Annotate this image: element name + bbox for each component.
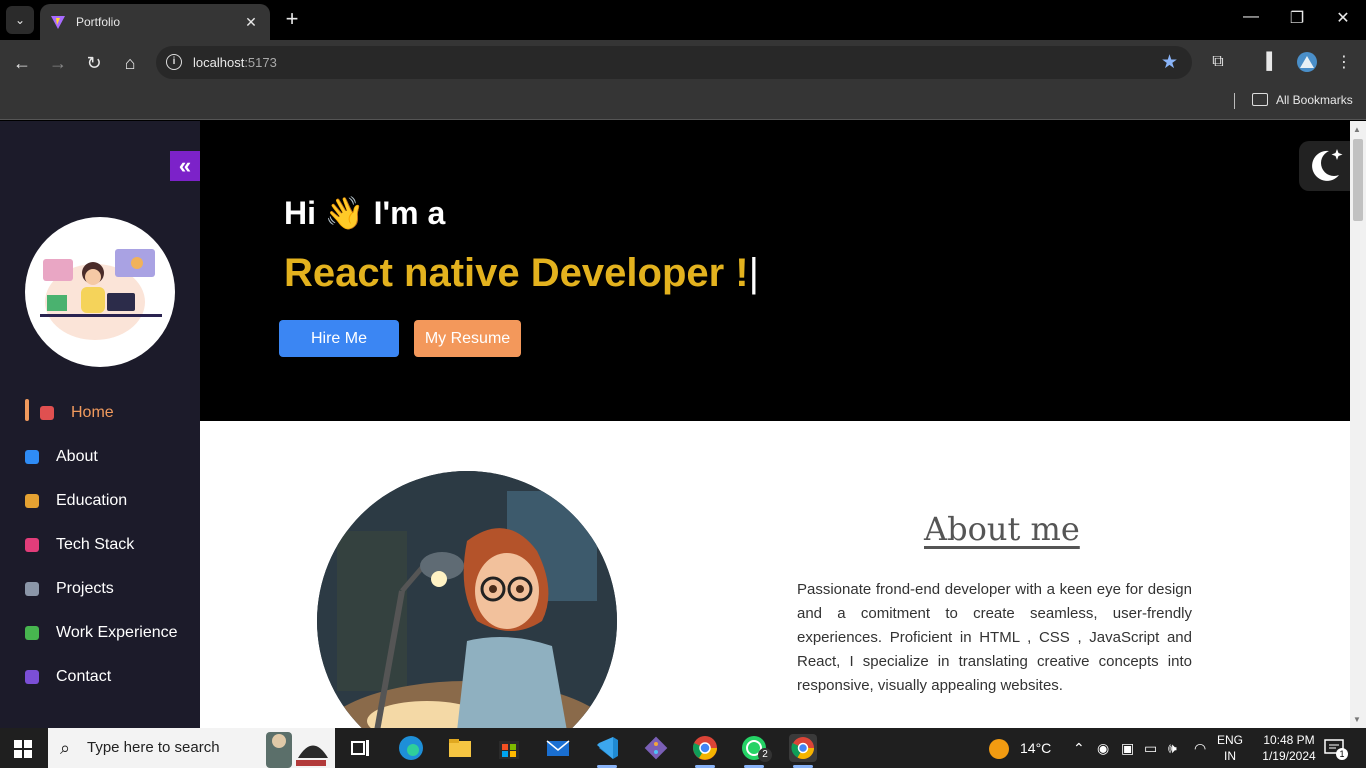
file-explorer-icon[interactable] [446,734,474,762]
clock[interactable]: 10:48 PM 1/19/2024 [1258,732,1320,764]
browser-tab-bar: ⌄ Portfolio ✕ + — ❐ ✕ [0,0,1366,40]
info-icon [25,450,39,464]
page-scrollbar[interactable]: ▲ ▼ [1350,121,1366,728]
search-placeholder: Type here to search [87,739,220,756]
record-icon[interactable]: ◉ [1097,740,1109,757]
reload-icon[interactable]: ↻ [81,50,107,76]
sidebar-item-label: Education [56,492,128,509]
theme-toggle-button[interactable] [1299,141,1354,191]
new-tab-button[interactable]: + [280,8,304,30]
scroll-down-icon[interactable]: ▼ [1353,715,1361,724]
scroll-up-icon[interactable]: ▲ [1353,125,1361,134]
edge-icon[interactable] [397,734,425,762]
store-icon[interactable] [495,734,523,762]
hero-section: Hi 👋 I'm a React native Developer !| Hir… [200,121,1350,421]
typing-caret: | [748,251,760,295]
search-icon: ⌕ [60,738,71,758]
notification-count: 1 [1336,748,1348,760]
whatsapp-icon[interactable]: 2 [740,734,772,768]
sidebar-item-label: Home [71,404,114,421]
tab-search-button[interactable]: ⌄ [6,6,34,34]
mail-icon[interactable] [544,734,572,762]
address-bar[interactable]: i localhost:5173 ★ [156,46,1192,79]
hero-role: React native Developer !| [284,251,760,295]
home-button-icon[interactable]: ⌂ [117,50,143,76]
chrome-portfolio-icon[interactable] [789,734,817,768]
sidebar-item-label: Work Experience [56,624,178,641]
forward-icon[interactable]: → [45,50,71,76]
sidebar-item-about[interactable]: About [0,435,200,479]
meet-icon[interactable]: ▣ [1121,740,1134,757]
sidebar-item-tech-stack[interactable]: Tech Stack [0,523,200,567]
profile-illustration [25,217,175,367]
all-bookmarks-link[interactable]: All Bookmarks [1276,93,1353,107]
extensions-icon[interactable]: ⧉ [1207,51,1229,73]
hero-greeting: Hi 👋 I'm a [284,195,446,231]
sidebar-item-label: About [56,448,98,465]
about-description: Passionate frond-end developer with a ke… [797,581,1192,694]
moon-stars-icon [1312,149,1343,181]
sidebar: « Home About Education Tech Stack Projec… [0,121,200,728]
tab-title: Portfolio [76,15,121,29]
whatsapp-badge: 2 [758,748,772,762]
collapse-sidebar-button[interactable]: « [170,151,200,181]
windows-start-icon[interactable] [14,740,32,758]
weather-temp[interactable]: 14°C [1020,740,1051,756]
window-close-icon[interactable]: ✕ [1328,8,1358,28]
sidebar-item-label: Contact [56,668,112,685]
taskbar-search[interactable]: ⌕ Type here to search [48,728,335,768]
tab-portfolio[interactable]: Portfolio ✕ [40,4,270,40]
close-icon[interactable]: ✕ [242,14,260,31]
chevron-up-icon[interactable]: ⌃ [1073,740,1085,757]
browser-toolbar: ← → ↻ ⌂ i localhost:5173 ★ ⧉ ▌ ⋮ [0,40,1366,85]
profile-avatar[interactable] [1296,51,1318,73]
hire-me-button[interactable]: Hire Me [279,320,399,357]
battery-icon[interactable]: ▭ [1144,740,1157,757]
sidebar-item-home[interactable]: Home [0,391,200,435]
bookmark-star-icon[interactable]: ★ [1161,51,1178,74]
wifi-icon[interactable]: ◠ [1194,740,1206,757]
sidebar-nav: Home About Education Tech Stack Projects… [0,391,200,699]
worker-icon [25,626,39,640]
student-icon [25,494,39,508]
sidebar-item-contact[interactable]: Contact [0,655,200,699]
active-indicator [25,399,29,421]
sidebar-item-projects[interactable]: Projects [0,567,200,611]
volume-icon[interactable]: 🕪 [1168,740,1177,757]
url-text[interactable]: localhost:5173 [193,55,277,70]
site-info-icon[interactable]: i [166,54,182,70]
hourglass-icon [25,538,39,552]
sidebar-item-work-experience[interactable]: Work Experience [0,611,200,655]
bookmarks-divider [1234,93,1235,109]
sidebar-item-label: Tech Stack [56,536,135,553]
gamepad-icon [25,582,39,596]
contact-icon [25,670,39,684]
sidebar-item-label: Projects [56,580,114,597]
back-icon[interactable]: ← [9,50,35,76]
menu-kebab-icon[interactable]: ⋮ [1333,51,1355,73]
page-viewport: « Home About Education Tech Stack Projec… [0,121,1366,728]
scroll-thumb[interactable] [1353,139,1363,221]
about-title: About me [924,510,1080,548]
side-panel-icon[interactable]: ▌ [1261,51,1283,73]
task-view-icon[interactable] [346,734,374,762]
my-resume-button[interactable]: My Resume [414,320,521,357]
vscode-icon[interactable] [593,734,621,768]
windows-taskbar: ⌕ Type here to search 2 14°C ⌃ ◉ ▣ ▭ 🕪 ◠… [0,728,1366,768]
folder-icon [1252,93,1268,106]
chrome-icon[interactable] [691,734,719,768]
notification-icon[interactable]: 1 [1324,738,1348,761]
minimize-icon[interactable]: — [1236,8,1266,26]
home-icon [40,406,54,420]
git-icon[interactable] [642,734,670,762]
bookmarks-bar: All Bookmarks [0,85,1366,120]
about-illustration [317,471,617,728]
weather-icon[interactable] [988,738,1010,763]
sidebar-item-education[interactable]: Education [0,479,200,523]
vite-icon [51,16,65,29]
restore-icon[interactable]: ❐ [1282,8,1312,28]
language-indicator[interactable]: ENG IN [1212,732,1248,764]
about-section: About me Passionate frond-end developer … [200,421,1350,728]
search-highlight-image [266,732,328,768]
